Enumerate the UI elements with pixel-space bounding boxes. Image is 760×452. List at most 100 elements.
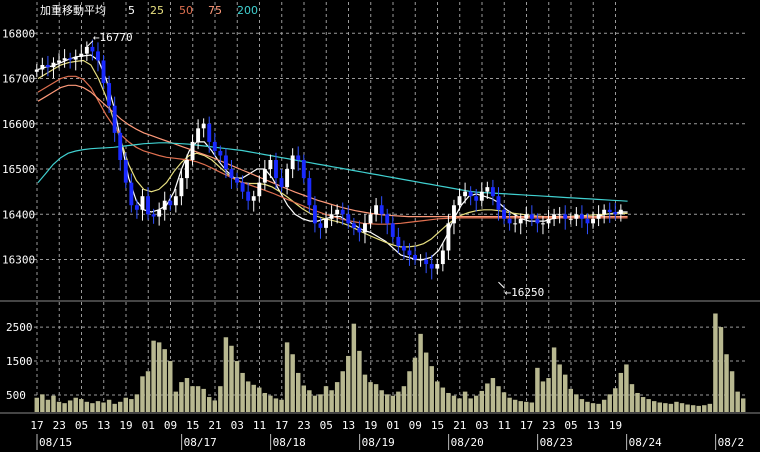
candle-body bbox=[207, 123, 212, 142]
volume-bar bbox=[729, 371, 735, 412]
chart-canvas: 163001640016500166001670016800 500150025… bbox=[0, 2, 760, 450]
volume-bar bbox=[690, 405, 696, 412]
time-tick-label: 05 bbox=[320, 419, 333, 432]
volume-bar bbox=[707, 403, 713, 412]
volume-bar bbox=[512, 399, 518, 412]
time-tick-label: 13 bbox=[97, 419, 110, 432]
volume-bar bbox=[90, 403, 95, 412]
volume-bar bbox=[596, 403, 601, 412]
volume-bar bbox=[251, 384, 256, 412]
candle-body bbox=[557, 214, 562, 216]
time-tick-label: 23 bbox=[542, 419, 555, 432]
volume-bar bbox=[179, 382, 184, 412]
candle-body bbox=[596, 214, 601, 219]
candle-body bbox=[285, 169, 290, 188]
candle-body bbox=[201, 123, 206, 129]
volume-bar bbox=[162, 349, 167, 412]
volume-bar bbox=[268, 395, 273, 412]
time-tick-label: 05 bbox=[564, 419, 577, 432]
candle-body bbox=[84, 46, 89, 54]
volume-bar bbox=[501, 392, 507, 412]
volume-bar bbox=[551, 347, 557, 412]
volume-bar bbox=[323, 386, 329, 412]
candle-body bbox=[190, 141, 195, 160]
volume-bar bbox=[479, 390, 485, 412]
candle-body bbox=[357, 227, 362, 233]
volume-bar bbox=[507, 397, 512, 412]
time-tick-label: 17 bbox=[275, 419, 288, 432]
volume-bar bbox=[284, 342, 290, 412]
price-annotations: ←16770 ←16250 bbox=[86, 31, 544, 299]
volume-bar bbox=[329, 390, 334, 412]
time-tick-label: 19 bbox=[609, 419, 622, 432]
volume-bar bbox=[674, 401, 679, 412]
time-tick-label: 19 bbox=[364, 419, 377, 432]
volume-bar bbox=[702, 405, 707, 412]
volume-bar bbox=[651, 401, 657, 412]
candle-body bbox=[57, 60, 61, 63]
time-tick-label: 05 bbox=[75, 419, 88, 432]
price-tick-label: 16500 bbox=[2, 163, 35, 176]
candle-body bbox=[607, 209, 612, 213]
volume-bar bbox=[140, 376, 145, 412]
volume-bar bbox=[740, 398, 746, 412]
volume-bar bbox=[301, 385, 307, 412]
time-tick-label: 09 bbox=[164, 419, 177, 432]
volume-bar bbox=[195, 386, 201, 412]
candle-body bbox=[452, 205, 456, 224]
volume-bar bbox=[485, 383, 490, 412]
candle-body bbox=[379, 205, 384, 215]
volume-bar bbox=[357, 350, 362, 412]
candle-body bbox=[329, 214, 334, 219]
candle-body bbox=[579, 214, 584, 219]
candle-body bbox=[429, 264, 434, 269]
candle-body bbox=[307, 178, 312, 206]
candle-body bbox=[185, 160, 189, 179]
volume-bar bbox=[318, 394, 323, 412]
candle-body bbox=[529, 214, 534, 219]
candle-body bbox=[112, 105, 117, 133]
volume-bar bbox=[618, 372, 624, 412]
candle-body bbox=[535, 218, 540, 224]
volume-tick-label: 1500 bbox=[6, 355, 33, 368]
volume-bar bbox=[206, 397, 212, 412]
volume-bar bbox=[362, 374, 368, 412]
candle-body bbox=[552, 214, 557, 219]
candle-body bbox=[351, 223, 356, 228]
volume-bar bbox=[45, 399, 51, 412]
time-tick-label: 15 bbox=[186, 419, 199, 432]
volume-bar bbox=[668, 403, 674, 412]
candle-body bbox=[496, 196, 501, 210]
price-tick-label: 16600 bbox=[2, 118, 35, 131]
candle-body bbox=[312, 205, 317, 224]
legend-item-50: 50 bbox=[179, 4, 193, 17]
candle-body bbox=[168, 200, 173, 206]
volume-bar bbox=[640, 397, 646, 412]
candle-body bbox=[257, 182, 262, 197]
time-tick-label: 09 bbox=[409, 419, 422, 432]
candle-body bbox=[162, 200, 167, 210]
volume-bar bbox=[429, 366, 434, 412]
candle-body bbox=[140, 196, 145, 210]
date-label: 08/18 bbox=[273, 436, 306, 449]
volume-bar bbox=[145, 371, 151, 412]
candle-body bbox=[123, 160, 128, 183]
candle-body bbox=[440, 250, 445, 265]
candle-body bbox=[324, 218, 328, 228]
candle-body bbox=[68, 58, 73, 60]
time-tick-label: 15 bbox=[431, 419, 444, 432]
volume-bar bbox=[73, 397, 78, 412]
candle-body bbox=[212, 141, 217, 151]
volume-bar bbox=[562, 374, 568, 412]
volume-bar bbox=[156, 342, 162, 412]
time-tick-label: 23 bbox=[53, 419, 66, 432]
volume-bar bbox=[663, 403, 668, 412]
candle-body bbox=[229, 169, 234, 179]
candle-body bbox=[346, 214, 351, 224]
candle-body bbox=[107, 83, 112, 106]
volume-bar bbox=[724, 354, 729, 412]
volume-bar bbox=[524, 401, 529, 412]
candle-body bbox=[73, 56, 78, 60]
candle-body bbox=[479, 191, 484, 201]
volume-bar bbox=[679, 403, 685, 412]
